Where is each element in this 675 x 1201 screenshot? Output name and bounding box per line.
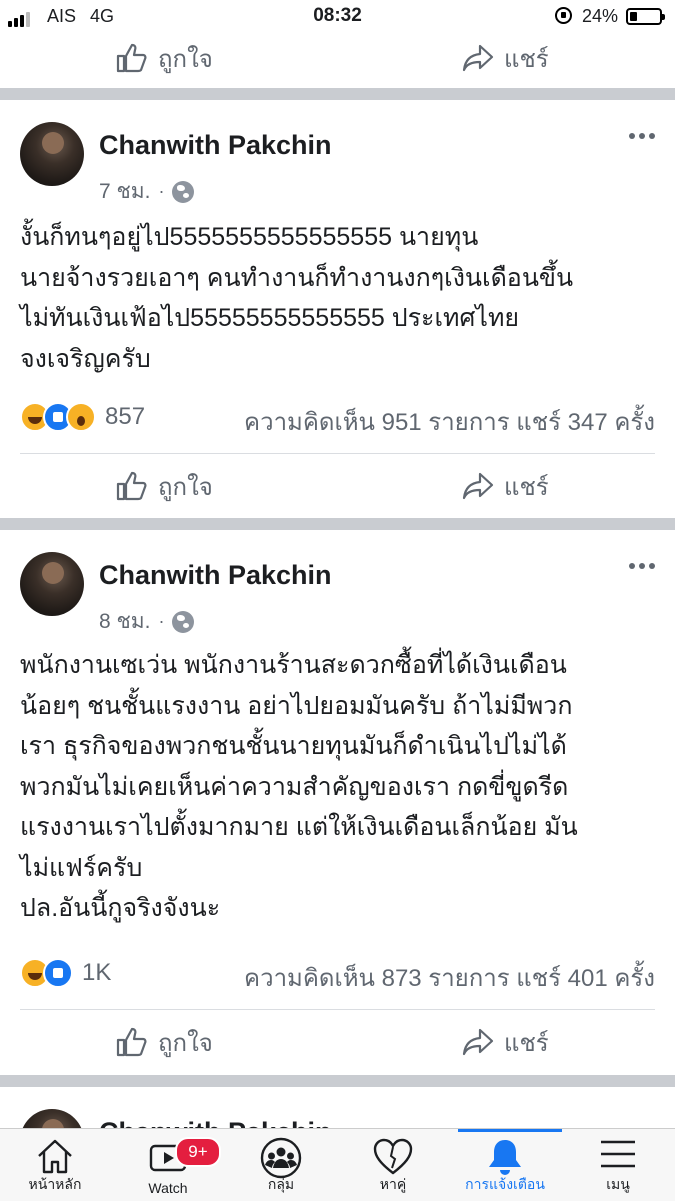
meta-separator: · bbox=[158, 611, 165, 631]
tab-watch[interactable]: 9+ Watch bbox=[123, 1129, 221, 1201]
feed-separator bbox=[0, 518, 675, 530]
reaction-summary[interactable]: 1K bbox=[20, 958, 111, 988]
like-reaction-icon bbox=[43, 958, 73, 988]
dot-icon bbox=[629, 133, 635, 139]
menu-icon bbox=[601, 1140, 635, 1168]
reaction-summary[interactable]: 857 bbox=[20, 402, 145, 432]
previous-post-actions: ถูกใจ แชร์ bbox=[0, 34, 675, 88]
feed-post: Chanwith Pakchin 7 ชม. · งั้นก็ทนๆอยู่ไป… bbox=[0, 100, 675, 518]
post-meta: 8 ชม. · bbox=[99, 605, 195, 638]
battery-icon bbox=[626, 8, 665, 25]
status-bar: AIS 4G 08:32 24% bbox=[0, 0, 675, 34]
post-author[interactable]: Chanwith Pakchin bbox=[99, 1117, 332, 1128]
feed-separator bbox=[0, 88, 675, 100]
tab-label: เมนู bbox=[606, 1176, 630, 1192]
dot-icon bbox=[639, 563, 645, 569]
avatar[interactable] bbox=[20, 552, 84, 616]
like-label: ถูกใจ bbox=[158, 473, 213, 501]
notification-badge: 9+ bbox=[175, 1137, 221, 1167]
dot-icon bbox=[649, 133, 655, 139]
tab-dating[interactable]: หาคู่ bbox=[348, 1129, 438, 1201]
wow-reaction-icon bbox=[66, 402, 96, 432]
feed-post: Chanwith Pakchin bbox=[0, 1087, 675, 1128]
dot-icon bbox=[639, 133, 645, 139]
comment-share-counts[interactable]: ความคิดเห็น 951 รายการ แชร์ 347 ครั้ง bbox=[244, 402, 655, 441]
post-author[interactable]: Chanwith Pakchin bbox=[99, 560, 332, 591]
share-arrow-icon bbox=[462, 44, 494, 72]
post-meta: 7 ชม. · bbox=[99, 175, 195, 208]
tab-label: Watch bbox=[148, 1180, 188, 1196]
dating-heart-icon bbox=[373, 1138, 413, 1175]
dot-icon bbox=[629, 563, 635, 569]
share-label: แชร์ bbox=[504, 473, 549, 501]
groups-icon bbox=[260, 1137, 302, 1179]
reaction-count: 1K bbox=[82, 959, 112, 986]
post-text: พนักงานเซเว่น พนักงานร้านสะดวกซื้อที่ได้… bbox=[20, 651, 578, 922]
tab-label: หาคู่ bbox=[379, 1176, 407, 1192]
post-author[interactable]: Chanwith Pakchin bbox=[99, 130, 332, 161]
tab-label: การแจ้งเตือน bbox=[465, 1176, 545, 1192]
post-text: งั้นก็ทนๆอยู่ไป5555555555555555 นายทุน น… bbox=[20, 223, 574, 373]
divider bbox=[20, 453, 655, 454]
thumbs-up-icon bbox=[116, 471, 147, 501]
share-button[interactable]: แชร์ bbox=[462, 466, 549, 506]
bottom-tab-bar: หน้าหลัก 9+ Watch กลุ่ม หาคู่ การแจ้งเตื… bbox=[0, 1128, 675, 1201]
feed-separator bbox=[0, 1075, 675, 1087]
more-options-button[interactable] bbox=[629, 133, 655, 139]
share-button[interactable]: แชร์ bbox=[462, 1022, 549, 1062]
divider bbox=[20, 1009, 655, 1010]
share-arrow-icon bbox=[462, 1028, 494, 1056]
share-label: แชร์ bbox=[504, 45, 549, 73]
like-label: ถูกใจ bbox=[158, 45, 213, 73]
more-options-button[interactable] bbox=[629, 563, 655, 569]
like-button[interactable]: ถูกใจ bbox=[116, 466, 213, 506]
clock: 08:32 bbox=[313, 5, 362, 26]
battery-percent: 24% bbox=[582, 6, 619, 26]
globe-icon bbox=[172, 180, 195, 203]
tab-home[interactable]: หน้าหลัก bbox=[10, 1129, 100, 1201]
globe-icon bbox=[172, 610, 195, 633]
like-label: ถูกใจ bbox=[158, 1029, 213, 1057]
share-label: แชร์ bbox=[504, 1029, 549, 1057]
thumbs-up-icon bbox=[116, 1027, 147, 1057]
tab-label: หน้าหลัก bbox=[28, 1176, 82, 1192]
feed-post: Chanwith Pakchin 8 ชม. · พนักงานเซเว่น พ… bbox=[0, 530, 675, 1075]
meta-separator: · bbox=[158, 181, 165, 201]
reaction-count: 857 bbox=[105, 403, 146, 430]
rotation-lock-icon bbox=[555, 7, 572, 24]
avatar[interactable] bbox=[20, 1109, 84, 1128]
share-button[interactable]: แชร์ bbox=[462, 38, 549, 78]
tab-menu[interactable]: เมนู bbox=[573, 1129, 663, 1201]
tab-groups[interactable]: กลุ่ม bbox=[236, 1129, 326, 1201]
post-time[interactable]: 7 ชม. bbox=[99, 175, 150, 208]
thumbs-up-icon bbox=[116, 43, 147, 73]
post-time[interactable]: 8 ชม. bbox=[99, 605, 150, 638]
like-button[interactable]: ถูกใจ bbox=[116, 38, 213, 78]
tab-label: กลุ่ม bbox=[267, 1176, 295, 1192]
avatar[interactable] bbox=[20, 122, 84, 186]
bell-icon bbox=[489, 1140, 521, 1175]
battery-level bbox=[630, 12, 637, 21]
dot-icon bbox=[649, 563, 655, 569]
share-arrow-icon bbox=[462, 472, 494, 500]
tab-notifications[interactable]: การแจ้งเตือน bbox=[458, 1129, 562, 1201]
like-button[interactable]: ถูกใจ bbox=[116, 1022, 213, 1062]
comment-share-counts[interactable]: ความคิดเห็น 873 รายการ แชร์ 401 ครั้ง bbox=[244, 958, 655, 997]
home-icon bbox=[38, 1139, 72, 1174]
